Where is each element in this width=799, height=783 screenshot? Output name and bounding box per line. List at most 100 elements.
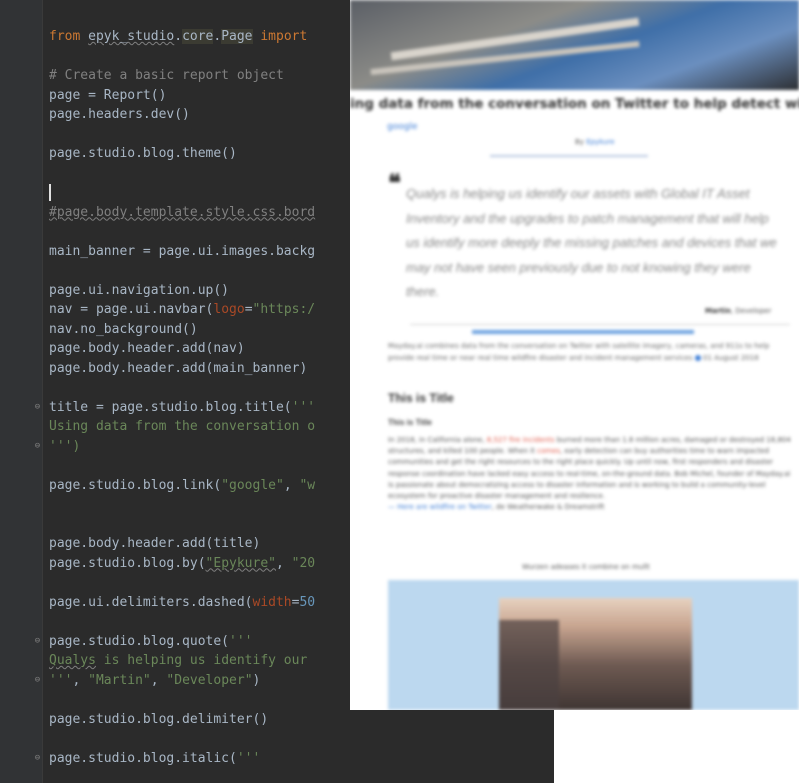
code-line[interactable]: page.studio.blog.delimiter(): [49, 710, 315, 730]
section-subheading: This is Title: [388, 418, 432, 427]
code-token: page.ui.navigation.up(): [49, 282, 230, 298]
code-token: main_banner = page.ui.images.backg: [49, 243, 316, 259]
dashed-delimiter: [490, 155, 648, 157]
code-line[interactable]: Qualys is helping us identify our: [49, 651, 315, 671]
code-line[interactable]: page.ui.delimiters.dashed(width=50: [49, 593, 315, 613]
article-image: [388, 580, 799, 710]
code-line[interactable]: [49, 573, 315, 593]
code-token: page.studio.blog.by(: [49, 555, 206, 571]
code-line[interactable]: [49, 164, 315, 184]
blog-preview: ing data from the conversation on Twitte…: [350, 0, 799, 710]
code-line[interactable]: title = page.studio.blog.title(''': [49, 398, 315, 418]
code-line[interactable]: [49, 456, 315, 476]
code-line[interactable]: page.studio.blog.italic(''': [49, 749, 315, 769]
code-line[interactable]: main_banner = page.ui.images.backg: [49, 242, 315, 262]
code-line[interactable]: page.headers.dev(): [49, 105, 315, 125]
quote-author-name: Martin: [705, 307, 731, 315]
code-token: =: [244, 302, 253, 317]
code-line[interactable]: page.ui.navigation.up(): [49, 281, 315, 301]
code-token: "Developer": [166, 672, 253, 688]
code-line[interactable]: page = Report(): [49, 86, 315, 106]
code-line[interactable]: from epyk_studio.core.Page import: [49, 27, 315, 47]
code-token: #page.body.template.style.css.bord: [49, 204, 316, 220]
code-line[interactable]: Using data from the conversation o: [49, 417, 315, 437]
fold-marker-icon[interactable]: ⊖: [33, 441, 42, 451]
code-line[interactable]: '''): [49, 437, 315, 457]
code-token: import: [252, 29, 308, 44]
code-line[interactable]: page.body.header.add(nav): [49, 339, 315, 359]
code-line[interactable]: [49, 495, 315, 515]
image-caption: Wurzen adeases it combine on mullt: [522, 563, 650, 571]
code-line[interactable]: nav.no_background(): [49, 320, 315, 340]
code-line[interactable]: nav = page.ui.navbar(logo="https:/: [49, 300, 315, 320]
code-token: page.ui.delimiters.dashed(: [49, 594, 253, 610]
body-highlight-1[interactable]: 8,527 fire incidents: [487, 436, 555, 444]
intro-paragraph: Mayday.ai combines data from the convers…: [388, 340, 788, 364]
code-line[interactable]: [49, 47, 315, 67]
code-line[interactable]: [49, 729, 315, 749]
byline-author-link[interactable]: Epykure: [586, 138, 614, 146]
fold-marker-icon[interactable]: ⊖: [33, 753, 42, 763]
code-line[interactable]: page.studio.blog.quote(''': [49, 632, 315, 652]
code-line[interactable]: [49, 125, 315, 145]
code-area[interactable]: from epyk_studio.core.Page import # Creat…: [49, 27, 315, 768]
hero-banner-image: [350, 0, 799, 90]
intro-date: 01 August 2018: [702, 354, 759, 362]
code-line[interactable]: [49, 183, 315, 203]
code-line[interactable]: page.studio.blog.theme(): [49, 144, 315, 164]
blog-byline: By Epykure: [575, 138, 615, 146]
code-line[interactable]: ''', "Martin", "Developer"): [49, 671, 315, 691]
code-token: logo: [213, 302, 245, 317]
code-line[interactable]: #page.body.template.style.css.bord: [49, 203, 315, 223]
code-token: is helping us identify our: [95, 653, 308, 668]
code-token: page.studio.blog.delimiter(): [49, 711, 269, 727]
code-line[interactable]: [49, 222, 315, 242]
code-line[interactable]: page.studio.blog.by("Epykure", "20: [49, 554, 315, 574]
code-token: title = page.studio.blog.title(: [49, 399, 292, 415]
code-token: nav = page.ui.navbar(: [49, 302, 214, 317]
code-token: "w: [299, 477, 316, 493]
body-highlight-2[interactable]: comes: [537, 447, 560, 455]
code-token: Using data from the conversation o: [49, 419, 316, 434]
quote-author: Martin, Developer: [705, 307, 772, 315]
code-token: ): [252, 672, 261, 688]
code-token: from: [49, 29, 89, 44]
calendar-icon: [694, 355, 701, 361]
code-token: ''': [49, 672, 73, 688]
code-token: "Martin": [88, 672, 151, 688]
code-token: nav.no_background(): [49, 321, 198, 337]
code-token: "google": [221, 477, 284, 493]
code-line[interactable]: [49, 378, 315, 398]
fold-marker-icon[interactable]: ⊖: [33, 402, 42, 412]
code-token: Qualys: [49, 653, 96, 668]
code-token: "https:/: [252, 302, 316, 317]
delimiter-accent: [472, 330, 694, 334]
code-line[interactable]: # Create a basic report object: [49, 66, 315, 86]
code-token: "Epykure": [205, 555, 276, 571]
code-token: page.headers.dev(): [49, 107, 190, 122]
code-token: ,: [150, 672, 167, 688]
section-heading: This is Title: [388, 391, 454, 405]
editor-gutter: ⊖ ⊖ ⊖ ⊖ ⊖: [0, 0, 43, 783]
code-token: ,: [72, 672, 89, 688]
code-token: # Create a basic report object: [49, 68, 284, 83]
fold-marker-icon[interactable]: ⊖: [33, 675, 42, 685]
blog-title: ing data from the conversation on Twitte…: [350, 96, 799, 112]
fold-marker-icon[interactable]: ⊖: [33, 636, 42, 646]
quote-mark-icon: ❝: [388, 168, 401, 197]
body-paragraph: In 2018, in California alone, 8,527 fire…: [388, 435, 798, 513]
code-line[interactable]: [49, 515, 315, 535]
blog-link[interactable]: google: [387, 122, 417, 132]
code-line[interactable]: page.body.header.add(title): [49, 534, 315, 554]
code-token: page.studio.blog.theme(): [49, 146, 237, 161]
code-line[interactable]: page.studio.blog.link("google", "w: [49, 476, 315, 496]
code-token: page.body.header.add(main_banner): [49, 360, 308, 376]
code-line[interactable]: page.body.header.add(main_banner): [49, 359, 315, 379]
body-tail: , de Weatherwake & Dreamstrift: [491, 503, 605, 512]
code-token: ''': [229, 633, 253, 649]
code-line[interactable]: [49, 690, 315, 710]
code-line[interactable]: [49, 261, 315, 281]
code-line[interactable]: [49, 612, 315, 632]
body-link[interactable]: — Here are wildfire on Twitter: [388, 503, 492, 511]
delimiter-line: [410, 324, 790, 325]
